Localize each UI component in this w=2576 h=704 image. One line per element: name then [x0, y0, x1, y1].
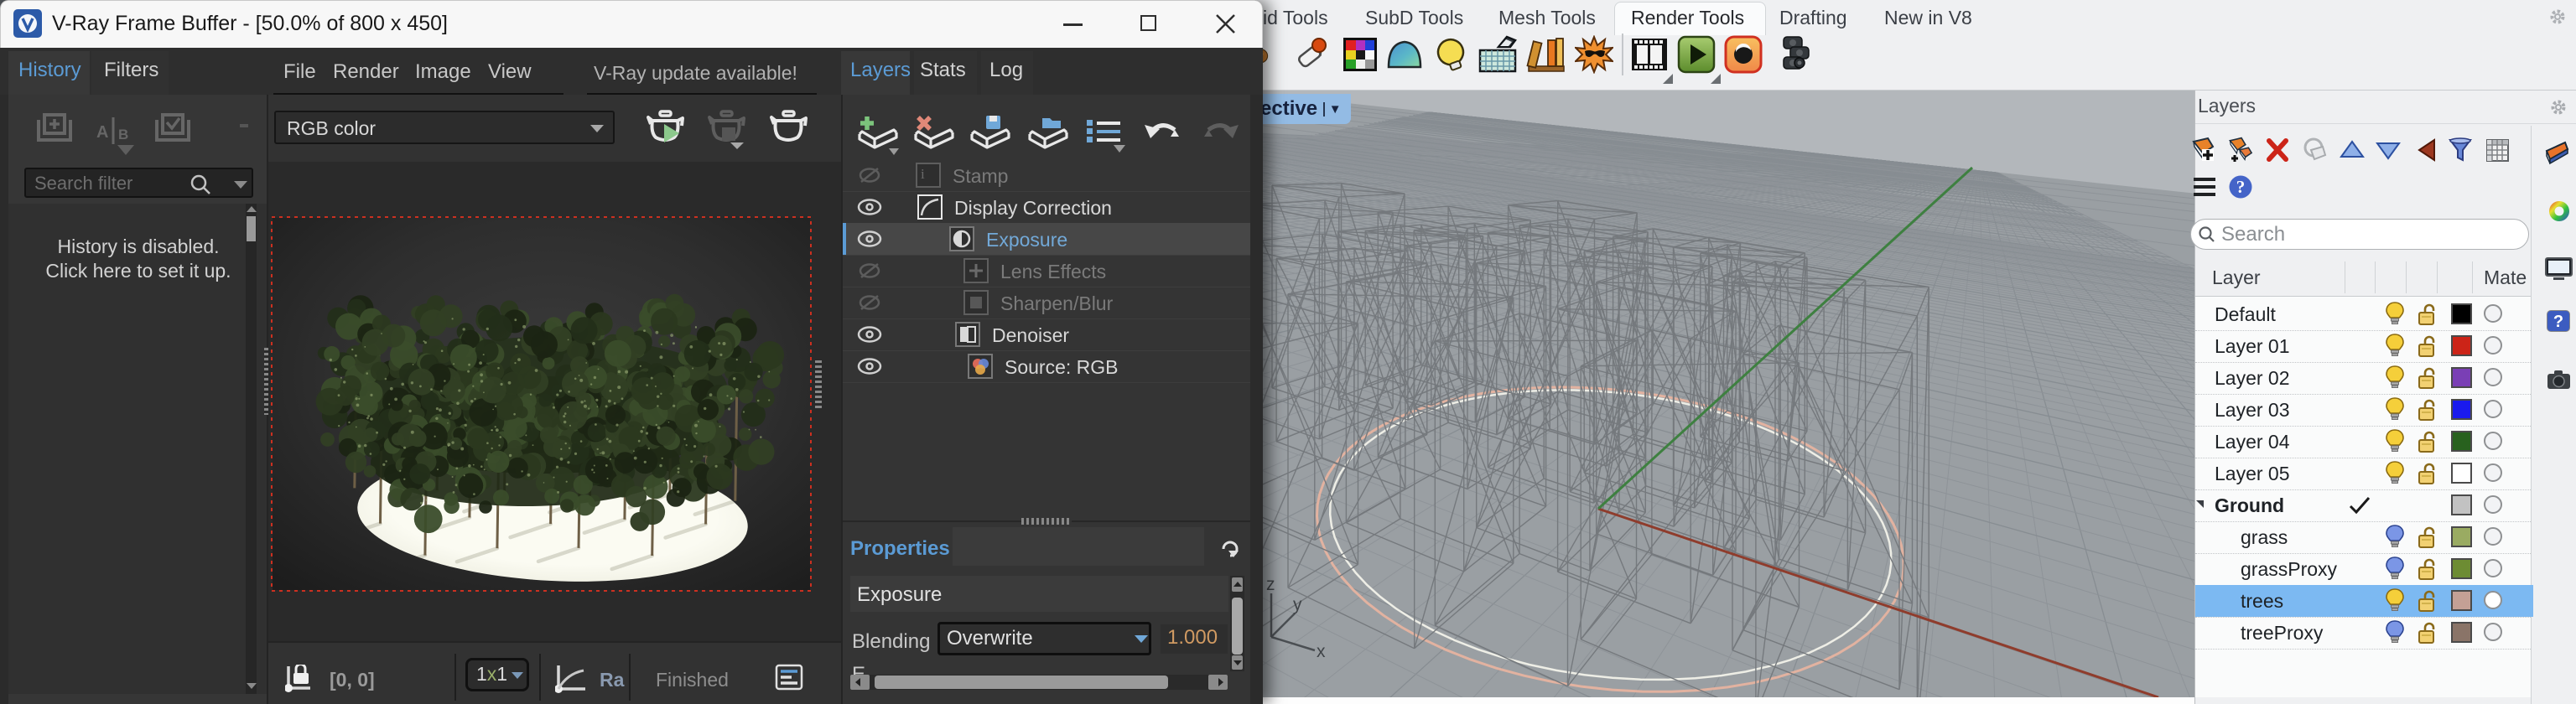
svg-text:?: ? [2236, 177, 2246, 197]
svg-text:x: x [1317, 642, 1326, 661]
svg-text:y: y [1293, 595, 1302, 614]
svg-text:z: z [1266, 575, 1275, 594]
